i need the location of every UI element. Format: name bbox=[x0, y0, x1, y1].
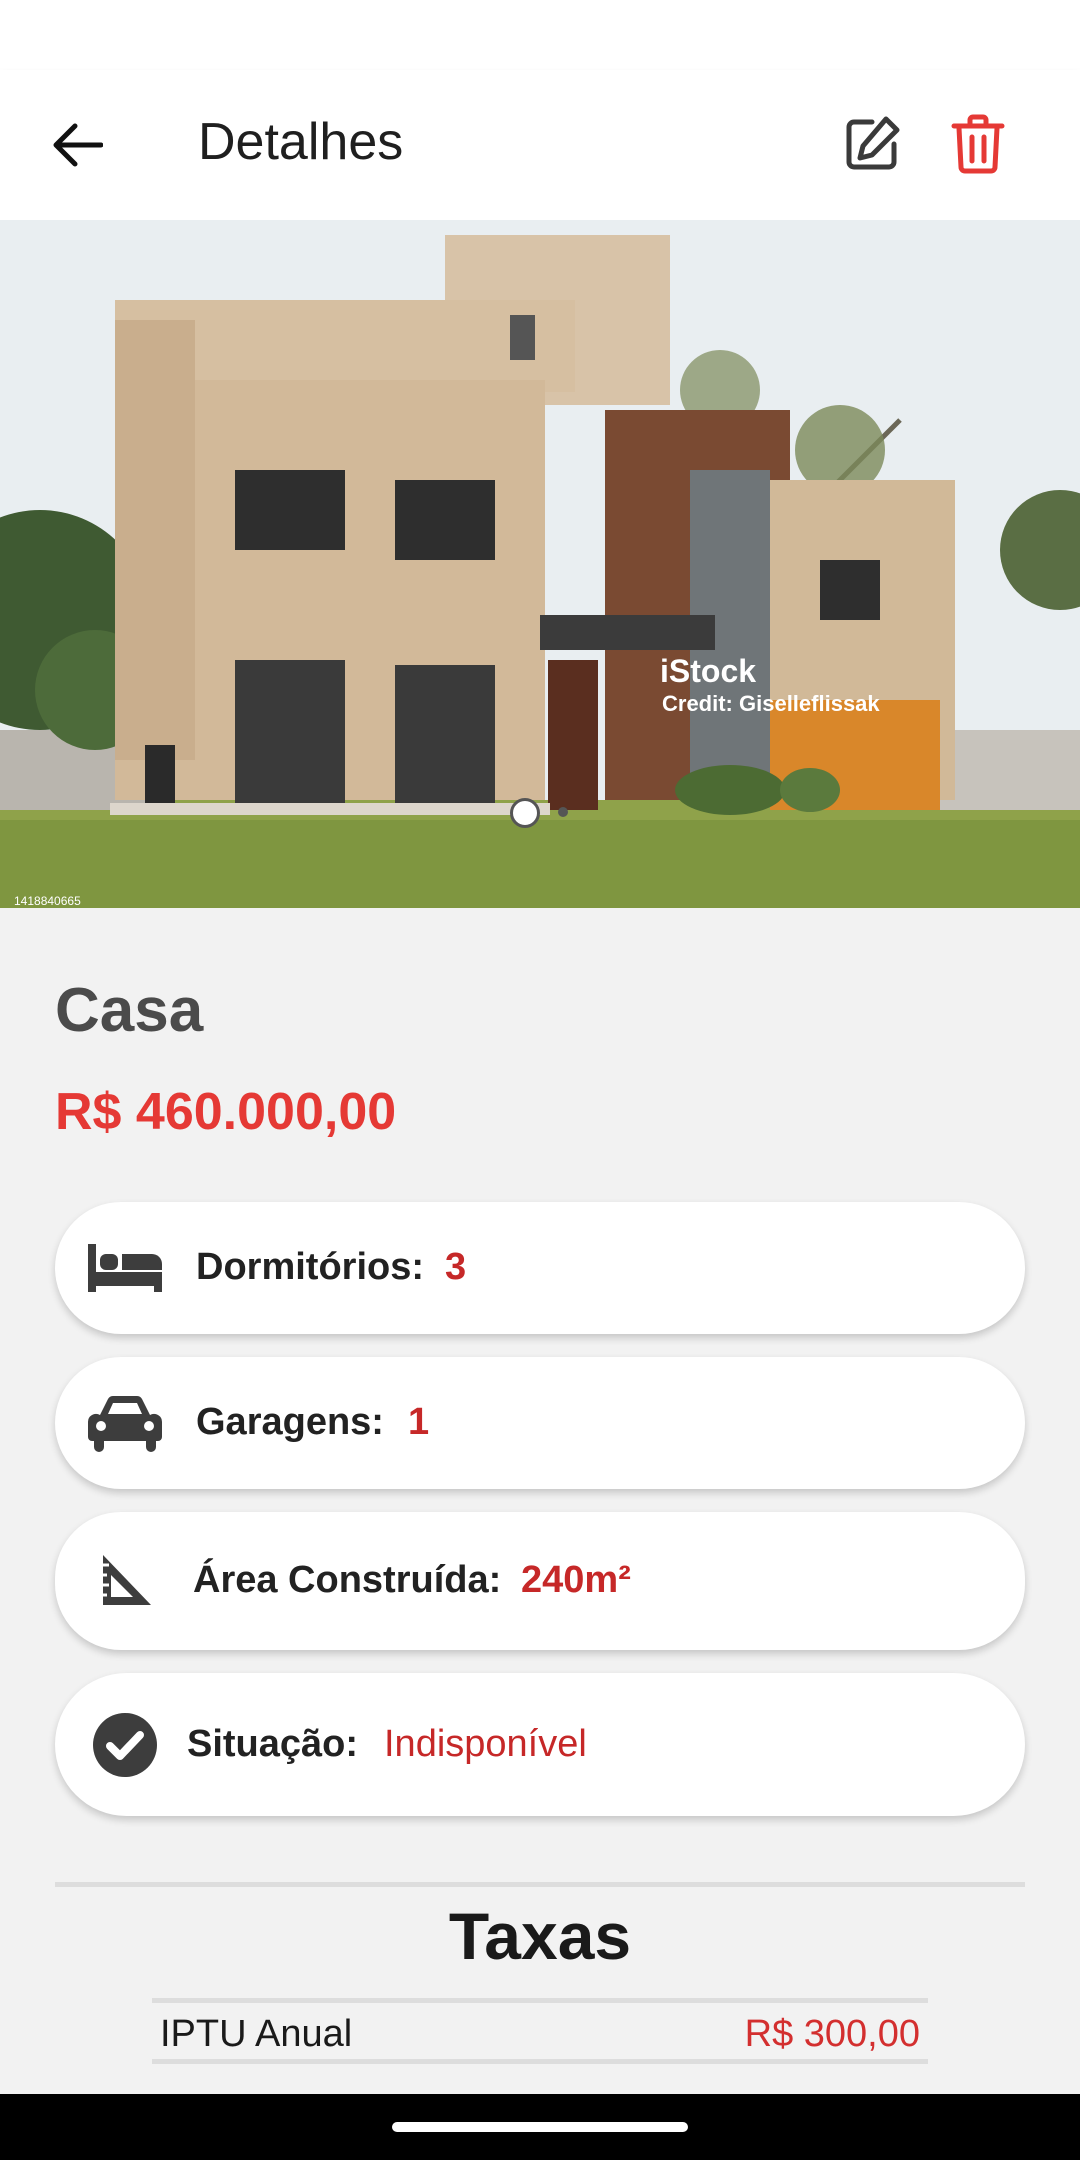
fees-section-title: Taxas bbox=[448, 1899, 632, 1973]
back-button[interactable] bbox=[42, 115, 112, 175]
app-bar: Detalhes bbox=[0, 70, 1080, 220]
carousel-dot[interactable] bbox=[558, 807, 568, 817]
property-photo bbox=[0, 220, 1080, 908]
fee-value: R$ 300,00 bbox=[744, 2013, 920, 2055]
section-divider bbox=[55, 1882, 1025, 1887]
carousel-dot-active[interactable] bbox=[510, 798, 540, 828]
property-photo-carousel[interactable]: iStock Credit: Giselleflissak 1418840665 bbox=[0, 220, 1080, 908]
set-square-icon bbox=[85, 1545, 165, 1617]
car-icon bbox=[85, 1387, 165, 1459]
feature-card-status: Situação: Indisponível bbox=[55, 1673, 1025, 1816]
feature-card-garages: Garagens: 1 bbox=[55, 1357, 1025, 1489]
watermark-image-id: 1418840665 bbox=[14, 894, 81, 908]
page-title: Detalhes bbox=[198, 113, 404, 171]
feature-label: Área Construída: bbox=[193, 1559, 502, 1601]
status-bar bbox=[0, 0, 1080, 70]
feature-label: Dormitórios: bbox=[196, 1246, 424, 1288]
feature-value: 1 bbox=[408, 1401, 430, 1443]
edit-button[interactable] bbox=[836, 108, 908, 180]
home-gesture-handle[interactable] bbox=[392, 2122, 688, 2132]
check-circle-icon bbox=[85, 1709, 165, 1781]
property-title: Casa bbox=[55, 976, 204, 1045]
feature-label: Garagens: bbox=[196, 1401, 384, 1443]
feature-value: 240m² bbox=[521, 1559, 631, 1601]
feature-card-built-area: Área Construída: 240m² bbox=[55, 1512, 1025, 1650]
fee-row: IPTU Anual R$ 300,00 bbox=[152, 1998, 928, 2064]
watermark-credit: Credit: Giselleflissak bbox=[662, 691, 880, 716]
delete-button[interactable] bbox=[942, 108, 1014, 180]
bed-icon bbox=[85, 1232, 165, 1304]
feature-label: Situação: bbox=[187, 1723, 359, 1765]
arrow-left-icon bbox=[53, 123, 103, 167]
feature-value: Indisponível bbox=[384, 1723, 587, 1765]
watermark-brand: iStock bbox=[660, 653, 757, 689]
property-price: R$ 460.000,00 bbox=[55, 1083, 397, 1141]
pencil-square-icon bbox=[846, 116, 900, 170]
feature-value: 3 bbox=[445, 1246, 467, 1288]
feature-card-bedrooms: Dormitórios: 3 bbox=[55, 1202, 1025, 1334]
trash-icon bbox=[951, 114, 1005, 174]
fee-label: IPTU Anual bbox=[160, 2013, 353, 2055]
